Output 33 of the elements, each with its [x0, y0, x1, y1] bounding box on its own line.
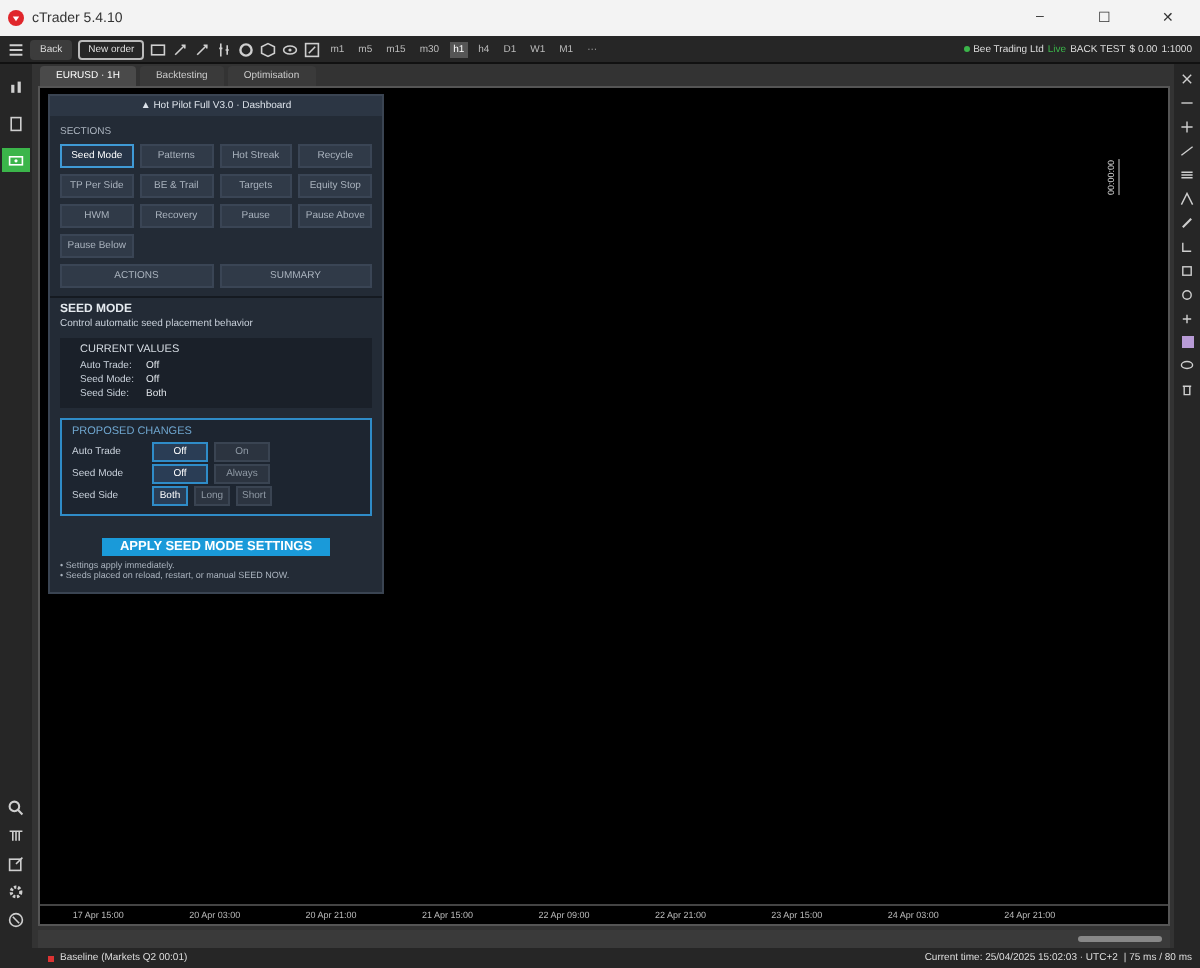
menu-icon[interactable] — [8, 41, 24, 57]
rectangle-icon[interactable] — [1180, 264, 1194, 278]
search-icon[interactable] — [8, 800, 24, 816]
axis-icon[interactable] — [1180, 240, 1194, 254]
document-icon[interactable] — [8, 116, 24, 132]
window-icon[interactable] — [150, 41, 167, 57]
pen-icon[interactable] — [1180, 216, 1194, 230]
trash-icon[interactable] — [1180, 382, 1194, 396]
export-icon[interactable] — [8, 856, 24, 872]
circle-icon[interactable] — [238, 41, 255, 57]
candles-icon[interactable] — [216, 41, 233, 57]
filter-icon[interactable] — [8, 828, 24, 844]
bot-icon[interactable] — [8, 152, 24, 168]
chart-icon[interactable] — [8, 80, 24, 96]
horizontal-scrollbar[interactable] — [38, 930, 1170, 948]
status-square — [48, 955, 54, 961]
drawing-tool-icon[interactable] — [172, 41, 189, 57]
eye-icon[interactable] — [282, 41, 299, 57]
crosshair-icon[interactable] — [1180, 120, 1194, 134]
line-icon[interactable] — [1180, 96, 1194, 110]
circle-icon[interactable] — [1180, 288, 1194, 302]
settings-icon[interactable] — [8, 884, 24, 900]
cross-icon[interactable] — [1180, 72, 1194, 86]
connection-dot — [963, 46, 970, 52]
hexagon-icon[interactable] — [260, 41, 277, 57]
trend-line-icon[interactable] — [1180, 144, 1194, 158]
app-logo-icon — [8, 10, 24, 26]
chart-settings-icon[interactable] — [304, 41, 321, 57]
color-swatch[interactable] — [1181, 336, 1193, 348]
lines-icon[interactable] — [1180, 168, 1194, 182]
plus-icon[interactable] — [1180, 312, 1194, 326]
eye-icon[interactable] — [1180, 358, 1194, 372]
drawing-tool-icon[interactable] — [194, 41, 211, 57]
